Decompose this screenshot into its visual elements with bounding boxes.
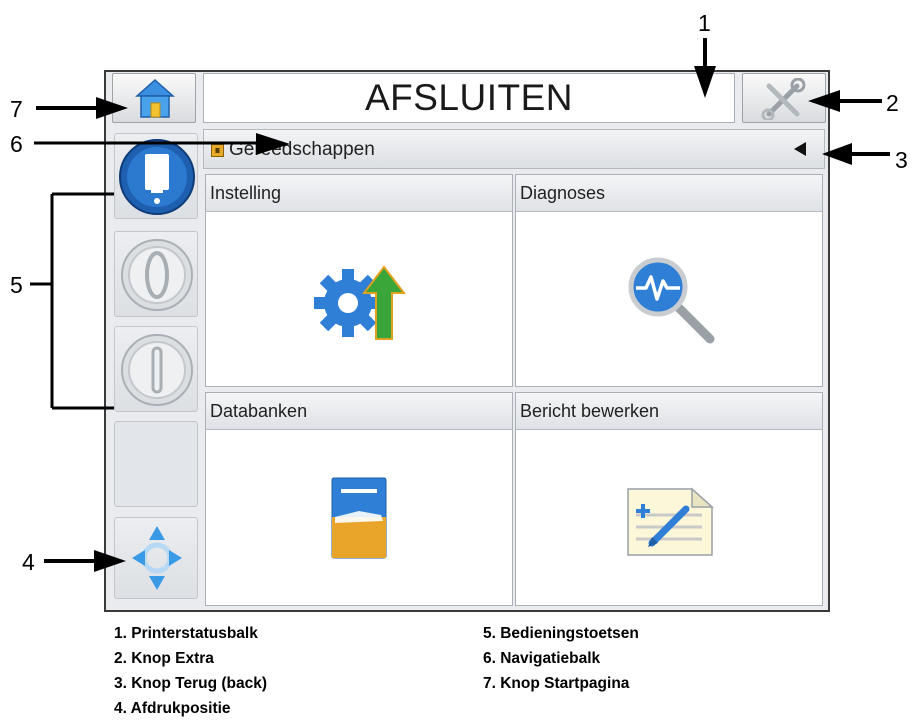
legend-item: 7. Knop Startpagina	[483, 675, 630, 692]
callout-number: 4	[22, 549, 35, 575]
callout-number: 6	[10, 131, 23, 157]
legend-item: 2. Knop Extra	[114, 650, 214, 667]
callout-number: 7	[10, 96, 23, 122]
callout-number: 5	[10, 272, 23, 298]
callout-number: 1	[698, 10, 711, 36]
callout-arrows	[30, 38, 890, 572]
legend-item: 5. Bedieningstoetsen	[483, 625, 639, 642]
legend-item: 1. Printerstatusbalk	[114, 625, 258, 642]
callout-number: 3	[895, 147, 908, 173]
callout-number: 2	[886, 90, 899, 116]
legend-item: 6. Navigatiebalk	[483, 650, 601, 667]
legend-item: 4. Afdrukpositie	[114, 700, 231, 717]
legend-item: 3. Knop Terug (back)	[114, 675, 268, 692]
